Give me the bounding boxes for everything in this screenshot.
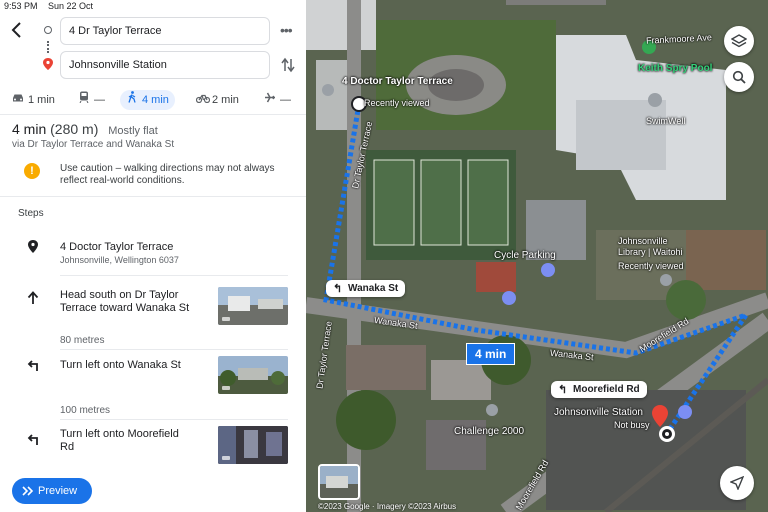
step-location-address: Johnsonville, Wellington 6037 [60,255,179,265]
arrow-up-icon [24,291,42,308]
origin-dot-icon [44,26,52,34]
step-instruction[interactable]: Turn left onto Moorefield Rd [60,428,190,454]
swap-icon [281,57,295,73]
status-date: Sun 22 Oct [48,1,94,11]
map-callout-wanaka[interactable]: ↰ Wanaka St [326,280,406,297]
route-distance: (280 m) [50,121,99,137]
map-label: Cycle Parking [494,250,556,261]
mode-walk[interactable]: 4 min [120,90,175,110]
car-icon [12,90,24,110]
divider [0,196,306,197]
callout-label: Wanaka St [348,283,399,294]
step-instruction[interactable]: Turn left onto Wanaka St [60,359,210,372]
divider [60,419,288,420]
map-label: Recently viewed [364,98,430,108]
turn-left-icon [24,432,42,449]
mode-drive[interactable]: 1 min [12,90,55,110]
route-via: via Dr Taylor Terrace and Wanaka St [12,139,175,150]
mode-transit-value: — [94,94,105,106]
more-options-button[interactable]: ••• [280,22,293,38]
map-label: 4 Doctor Taylor Terrace [342,76,453,87]
street-view-thumbnail[interactable] [218,426,288,464]
walk-icon [126,90,138,110]
route-terrain: Mostly flat [108,125,158,137]
mode-flight-value: — [280,94,291,106]
recenter-button[interactable] [720,466,754,500]
step-distance: 80 metres [60,335,105,346]
status-bar: 9:53 PM Sun 22 Oct [0,0,306,12]
train-icon [78,90,90,110]
turn-left-icon: ↰ [333,283,343,295]
double-chevron-right-icon [22,478,34,506]
search-map-button[interactable] [724,62,754,92]
layers-button[interactable] [724,26,754,56]
street-view-thumbnail[interactable] [218,287,288,325]
destination-pin-icon [43,58,53,70]
route-time: 4 min [12,121,47,137]
street-view-thumbnail[interactable] [218,356,288,394]
step-distance: 100 metres [60,405,111,416]
route-summary: 4 min (280 m) Mostly flat [12,121,158,137]
preview-button[interactable]: Preview [12,478,92,504]
mode-walk-value: 4 min [142,94,169,106]
mode-cycle[interactable]: 2 min [195,90,239,110]
travel-mode-bar: 1 min — 4 min 2 min — [0,88,306,112]
street-view-launcher[interactable] [318,464,360,500]
step-location-title: 4 Doctor Taylor Terrace [60,241,174,253]
route-connector [47,41,49,53]
turn-left-icon: ↰ [558,384,568,396]
map-copyright: ©2023 Google · Imagery ©2023 Airbus [318,502,457,511]
map-label: Recently viewed [618,261,684,271]
divider [60,275,288,276]
status-time: 9:53 PM [4,1,38,11]
divider [60,349,288,350]
back-button[interactable] [8,20,26,40]
map-label: Not busy [614,420,650,430]
callout-label: Moorefield Rd [573,384,640,395]
route-time-badge: 4 min [466,343,516,365]
mode-cycle-value: 2 min [212,94,239,106]
mode-drive-value: 1 min [28,94,55,106]
origin-input[interactable]: 4 Dr Taylor Terrace [60,17,270,45]
steps-title: Steps [18,208,44,219]
step-instruction[interactable]: Head south on Dr Taylor Terrace toward W… [60,289,210,315]
map-label: Challenge 2000 [454,426,525,437]
layers-icon [730,34,748,48]
warning-text: Use caution – walking directions may not… [60,163,275,186]
bike-icon [195,90,211,110]
search-icon [732,70,746,84]
warning-icon: ! [24,163,40,179]
map-label: SwimWell [646,116,686,126]
swap-button[interactable] [281,57,295,76]
mode-transit[interactable]: — [78,90,105,110]
directions-panel: 9:53 PM Sun 22 Oct 4 Dr Taylor Terrace J… [0,0,306,512]
divider [0,114,306,115]
plane-icon [264,90,276,110]
turn-left-icon [24,358,42,375]
navigation-arrow-icon [729,475,745,491]
mode-flight[interactable]: — [264,90,291,110]
map-callout-moorefield[interactable]: ↰ Moorefield Rd [551,381,647,398]
preview-label: Preview [38,485,78,497]
pin-icon [24,240,42,256]
map-label: Johnsonville Station [554,407,643,418]
destination-input[interactable]: Johnsonville Station [60,51,270,79]
chevron-left-icon [11,22,21,38]
map-label: Keith Spry Pool [638,63,713,74]
map-view[interactable]: 4 Doctor Taylor Terrace Recently viewed … [306,0,768,512]
map-label: Johnsonville Library | Waitohi [618,236,683,257]
